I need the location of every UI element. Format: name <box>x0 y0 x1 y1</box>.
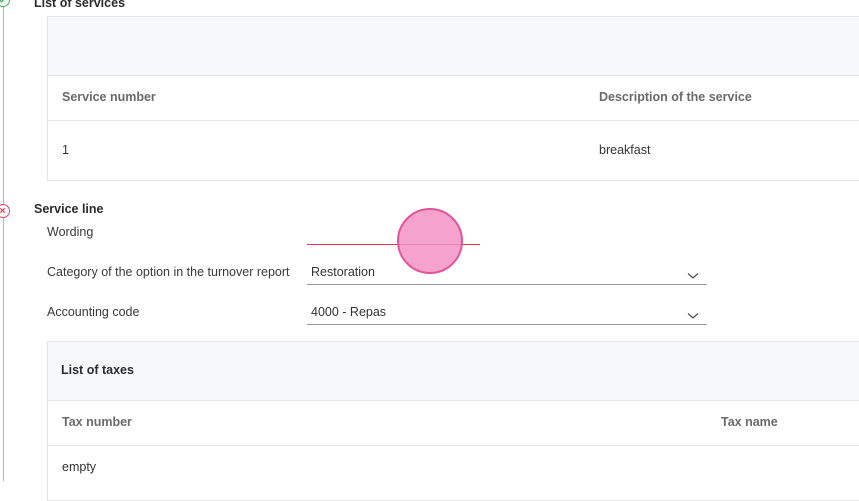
category-label: Category of the option in the turnover r… <box>47 265 290 279</box>
cell-service-number: 1 <box>62 143 69 157</box>
services-table: Service number Description of the servic… <box>47 16 859 181</box>
taxes-table-header: List of taxes <box>48 342 859 401</box>
wording-label: Wording <box>47 225 94 239</box>
category-select[interactable]: Restoration <box>307 263 707 285</box>
service-line-title: Service line <box>34 202 104 216</box>
row-divider <box>48 445 859 446</box>
chevron-down-icon <box>687 307 699 325</box>
services-section-title: List of services <box>34 0 126 10</box>
chevron-down-icon <box>687 267 699 285</box>
accounting-code-selected-value: 4000 - Repas <box>311 305 387 319</box>
category-selected-value: Restoration <box>311 265 375 279</box>
column-header-description: Description of the service <box>599 90 752 104</box>
empty-table-text: empty <box>62 460 97 474</box>
touch-indicator <box>397 208 463 274</box>
error-circle-icon <box>0 204 10 218</box>
taxes-table: List of taxes Tax number Tax name empty <box>47 341 859 501</box>
row-divider <box>48 120 859 121</box>
accounting-code-label: Accounting code <box>47 305 140 319</box>
check-circle-icon <box>0 0 10 7</box>
column-header-service-number: Service number <box>62 90 156 104</box>
services-table-toolbar <box>48 17 859 76</box>
cell-description: breakfast <box>599 143 651 157</box>
column-header-tax-number: Tax number <box>62 415 132 429</box>
accounting-code-select[interactable]: 4000 - Repas <box>307 303 707 325</box>
column-header-tax-name: Tax name <box>721 415 778 429</box>
timeline-line <box>3 0 4 481</box>
taxes-table-title: List of taxes <box>61 363 134 377</box>
